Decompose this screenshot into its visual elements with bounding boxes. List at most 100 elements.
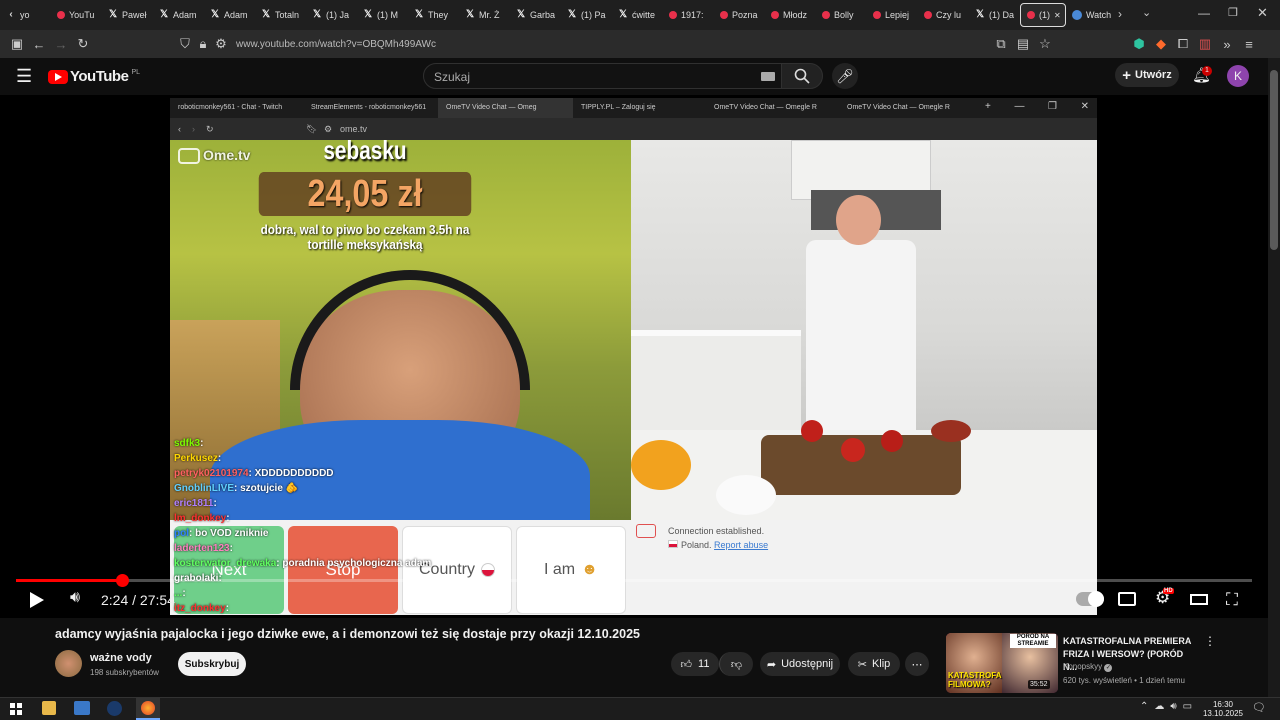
account-avatar[interactable]: K: [1227, 65, 1249, 87]
theater-mode-icon[interactable]: [1190, 594, 1208, 605]
more-tools-chevron-icon[interactable]: »: [1216, 33, 1238, 55]
browser-tab[interactable]: ‹ yo: [0, 0, 51, 30]
subtitles-icon[interactable]: [1118, 592, 1136, 606]
tab-scroll-right-icon[interactable]: ›: [1118, 7, 1122, 21]
minimize-window-icon[interactable]: —: [1198, 6, 1210, 20]
play-button[interactable]: [30, 592, 44, 608]
youtube-logo[interactable]: YouTube PL: [48, 68, 140, 85]
channel-avatar[interactable]: [55, 650, 82, 677]
browser-tab[interactable]: Lepiej: [867, 0, 918, 30]
plus-icon: +: [1122, 66, 1132, 84]
stream-browser-tab: OmeTV Video Chat — Omeg: [438, 98, 573, 118]
ome-chat-icon: [636, 524, 656, 538]
gender-icon: ☻: [581, 561, 598, 578]
report-abuse-link[interactable]: Report abuse: [714, 540, 768, 550]
ome-i-am-button[interactable]: I am ☻: [516, 526, 626, 614]
video-player[interactable]: roboticmonkey561 - Chat - Twitch StreamEl…: [0, 95, 1268, 618]
browser-tab[interactable]: 𝕏 Adam: [204, 0, 255, 30]
browser-tab[interactable]: 𝕏 Totaln: [255, 0, 306, 30]
search-button[interactable]: [781, 63, 823, 89]
notification-center-icon[interactable]: 🗨︎: [1252, 701, 1266, 714]
recommended-channel[interactable]: Konopskyy ✓: [1063, 662, 1113, 672]
tab-list-chevron-down-icon[interactable]: ⌄: [1142, 6, 1151, 19]
guide-menu-icon[interactable]: ☰: [16, 67, 32, 85]
search-input[interactable]: Szukaj: [423, 63, 783, 89]
browser-tab[interactable]: Watch: [1066, 0, 1117, 30]
progress-bar[interactable]: [16, 574, 1252, 587]
keyboard-icon[interactable]: [761, 72, 775, 81]
sidebar-toggle-icon[interactable]: ▣: [6, 33, 28, 55]
reload-icon[interactable]: ↻: [72, 33, 94, 55]
browser-tab[interactable]: Bolly: [816, 0, 867, 30]
forward-arrow-icon[interactable]: →: [50, 33, 72, 55]
recommended-thumbnail[interactable]: PORÓD NA STREAMIE KATASTROFA FILMOWA? 35…: [946, 633, 1058, 693]
autoplay-toggle[interactable]: [1076, 591, 1104, 607]
extension-fox-icon[interactable]: ◆: [1150, 33, 1172, 55]
file-explorer-icon[interactable]: [42, 701, 56, 715]
chat-message: petryk02101974: XDDDDDDDDDD: [174, 466, 474, 481]
firefox-taskbar-button[interactable]: [136, 698, 160, 720]
page-scrollbar[interactable]: [1268, 58, 1280, 698]
browser-tab[interactable]: 𝕏 Mr. Ż: [459, 0, 510, 30]
share-button[interactable]: ➦ Udostępnij: [760, 652, 840, 676]
subscribe-button[interactable]: Subskrybuj: [178, 652, 246, 676]
browser-tab[interactable]: (1) ✕: [1020, 3, 1066, 27]
dislike-button[interactable]: 👎︎: [719, 652, 753, 676]
browser-tab[interactable]: Pozna: [714, 0, 765, 30]
settings-gear-icon[interactable]: ⚙ HD: [1155, 588, 1174, 608]
extensions-puzzle-icon[interactable]: ⧠: [1172, 33, 1194, 55]
create-button[interactable]: + Utwórz: [1115, 63, 1179, 87]
restore-window-icon[interactable]: ❐: [1228, 6, 1238, 19]
x-favicon-icon: 𝕏: [108, 9, 118, 20]
browser-tab[interactable]: 𝕏ćwitte: [612, 0, 663, 30]
youtube-favicon-icon: [1027, 11, 1035, 19]
picture-in-picture-icon[interactable]: ⧉: [990, 33, 1012, 55]
browser-tab[interactable]: 𝕏 (1) M: [357, 0, 408, 30]
browser-tab[interactable]: Czy lu: [918, 0, 969, 30]
x-favicon-icon: 𝕏: [312, 9, 322, 20]
create-label: Utwórz: [1135, 69, 1172, 81]
browser-tab[interactable]: YouTu: [51, 0, 102, 30]
browser-tab[interactable]: 𝕏 (1) Ja: [306, 0, 357, 30]
browser-menu-icon[interactable]: ≡: [1238, 33, 1260, 55]
more-actions-button[interactable]: ⋯: [905, 652, 929, 676]
ellipsis-icon: ⋯: [911, 658, 923, 671]
site-settings-icon[interactable]: ⚙: [212, 33, 230, 55]
monitor-app-icon[interactable]: [74, 701, 90, 715]
browser-tab[interactable]: 𝕏 Garba: [510, 0, 561, 30]
youtube-favicon-icon: [924, 11, 932, 19]
youtube-logo-text: YouTube: [70, 68, 129, 85]
extension-shield-icon[interactable]: ⬢: [1128, 33, 1150, 55]
scrollbar-thumb[interactable]: [1270, 70, 1278, 250]
progress-scrubber-handle[interactable]: [116, 574, 130, 587]
like-button[interactable]: 👍︎ 11: [671, 652, 719, 676]
steam-icon[interactable]: [107, 701, 122, 716]
back-arrow-icon[interactable]: ←: [28, 33, 50, 55]
bookmark-star-icon[interactable]: ☆: [1034, 33, 1056, 55]
address-field[interactable]: ⛉ 🔒︎ ⚙ www.youtube.com/watch?v=OBQMh499A…: [176, 34, 986, 54]
recommended-more-icon[interactable]: ⋮: [1204, 634, 1216, 648]
browser-tab[interactable]: 1917:: [663, 0, 714, 30]
clock[interactable]: 16:30 13.10.2025: [1198, 700, 1248, 718]
browser-tab[interactable]: 𝕏 Adam: [153, 0, 204, 30]
clip-button[interactable]: ✂ Klip: [848, 652, 900, 676]
microphone-icon: 🎤︎: [836, 67, 854, 84]
channel-name[interactable]: ważne vody: [90, 652, 152, 664]
browser-tab[interactable]: 𝕏 (1) Da: [969, 0, 1020, 30]
lock-icon[interactable]: 🔒︎: [194, 33, 212, 55]
browser-tab[interactable]: 𝕏 Paweł: [102, 0, 153, 30]
volume-icon[interactable]: 🔊︎: [70, 589, 80, 607]
voice-search-button[interactable]: 🎤︎: [832, 63, 858, 89]
reader-view-icon[interactable]: ▤: [1012, 33, 1034, 55]
windows-start-icon[interactable]: [10, 703, 22, 715]
browser-tab[interactable]: 𝕏 They: [408, 0, 459, 30]
browser-tab-label: Pozna: [732, 10, 758, 20]
browser-tab[interactable]: 𝕏 (1) Pa: [561, 0, 612, 30]
extension-badge-icon[interactable]: ▥: [1194, 33, 1216, 55]
fullscreen-icon[interactable]: ⛶: [1226, 590, 1238, 610]
close-window-icon[interactable]: ✕: [1257, 5, 1268, 21]
close-tab-icon[interactable]: ✕: [1054, 11, 1061, 20]
shield-icon[interactable]: ⛉: [176, 33, 194, 55]
system-tray-icons[interactable]: ⌃☁🔊︎▭: [1140, 701, 1198, 712]
browser-tab[interactable]: Młodz: [765, 0, 816, 30]
